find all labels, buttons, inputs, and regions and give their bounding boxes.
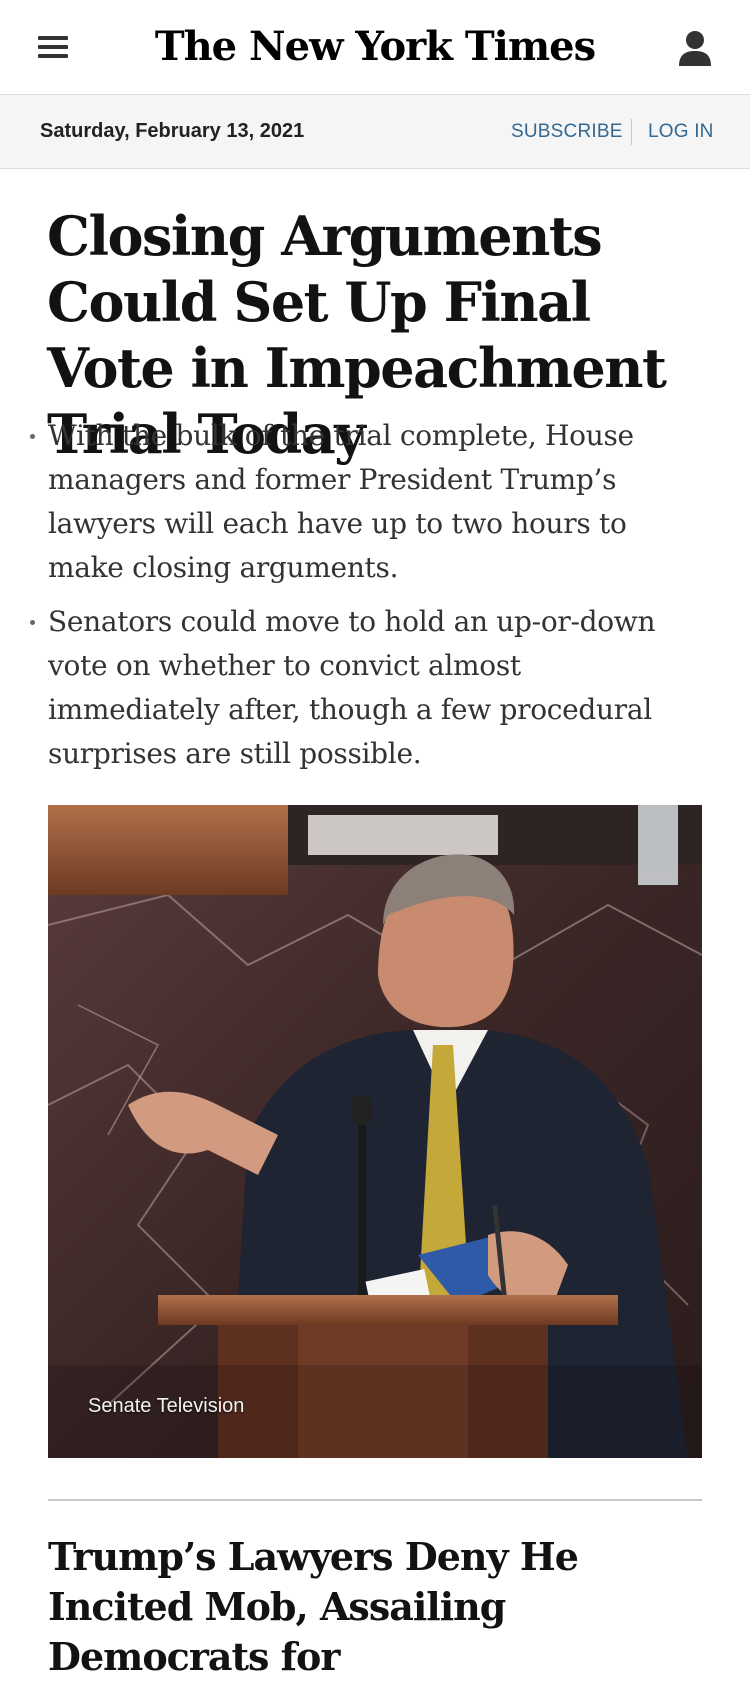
- divider: [631, 119, 632, 145]
- photo-credit: Senate Television: [88, 1395, 245, 1417]
- subscribe-link[interactable]: SUBSCRIBE: [511, 121, 623, 143]
- bullet-icon: [30, 620, 35, 625]
- article-photo[interactable]: Senate Television: [48, 805, 702, 1458]
- date-subscribe-bar: Saturday, February 13, 2021 SUBSCRIBE LO…: [0, 95, 750, 169]
- photo-illustration: [48, 805, 702, 1458]
- masthead: The New York Times: [0, 0, 750, 95]
- site-logo[interactable]: The New York Times: [0, 18, 750, 76]
- bullet-icon: [30, 434, 35, 439]
- summary-item: With the bulk of the trial complete, Hou…: [30, 414, 680, 590]
- section-divider: [48, 1499, 702, 1501]
- person-icon[interactable]: [678, 29, 712, 67]
- summary-item: Senators could move to hold an up-or-dow…: [30, 600, 680, 776]
- summary-text: Senators could move to hold an up-or-dow…: [48, 605, 656, 770]
- next-article-headline[interactable]: Trump’s Lawyers Deny He Incited Mob, Ass…: [48, 1532, 708, 1682]
- article-summary: With the bulk of the trial complete, Hou…: [30, 414, 680, 786]
- login-link[interactable]: LOG IN: [648, 121, 714, 143]
- summary-text: With the bulk of the trial complete, Hou…: [48, 419, 634, 584]
- current-date: Saturday, February 13, 2021: [40, 120, 305, 142]
